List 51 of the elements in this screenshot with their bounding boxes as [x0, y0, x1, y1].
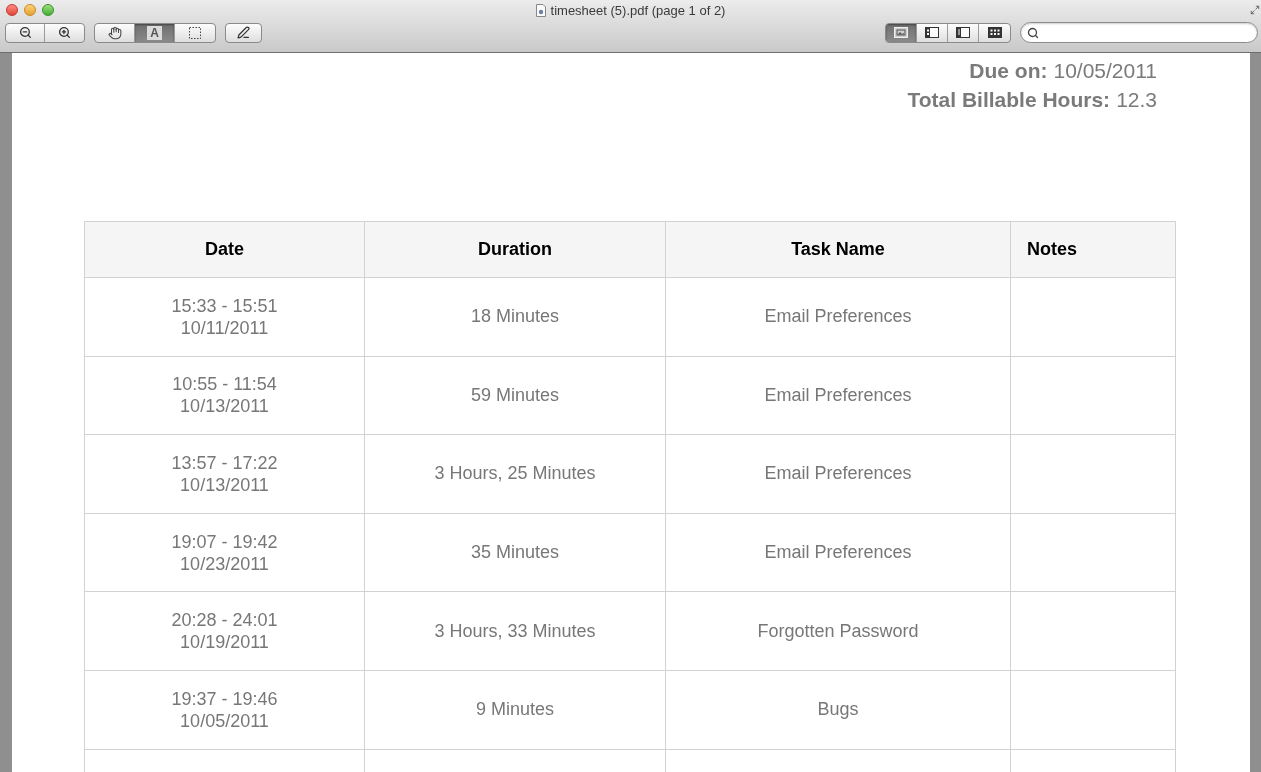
- date-text: 10/13/2011: [180, 395, 269, 418]
- time-range-text: 19:37 - 19:46: [171, 687, 278, 710]
- table-cell: 35 Minutes: [365, 513, 666, 593]
- sidebar-icon: [925, 27, 939, 38]
- hand-icon: [107, 25, 122, 40]
- summary-value: 10/05/2011: [1053, 58, 1157, 84]
- table-cell: Email Preferences: [666, 513, 1011, 593]
- expand-icon[interactable]: [1250, 5, 1260, 15]
- document-icon: [535, 3, 546, 17]
- table-cell: 3 Hours, 25 Minutes: [365, 435, 666, 514]
- time-range-text: 13:57 - 17:22: [171, 452, 278, 474]
- table-cell: Forgotten Password: [666, 592, 1011, 671]
- summary-label: Due on:: [969, 58, 1048, 84]
- marquee-icon: [189, 26, 201, 39]
- time-range-text: 10:55 - 11:54: [172, 373, 277, 396]
- table-cell: Email Preferences: [666, 278, 1011, 357]
- annotate-button[interactable]: [225, 22, 262, 43]
- summary-label: Total Billable Hours:: [907, 87, 1111, 113]
- pen-icon: [237, 26, 250, 39]
- zoom-out-icon: [18, 26, 32, 39]
- text-tool-button[interactable]: A: [135, 23, 175, 42]
- zoom-button[interactable]: [42, 4, 54, 16]
- date-text: 10/13/2011: [180, 474, 269, 496]
- table-cell: 9 Minutes: [365, 670, 666, 750]
- table-cell: Bugs: [666, 670, 1011, 750]
- table-cell: Email Preferences: [666, 356, 1011, 436]
- grid-icon: [987, 27, 1002, 38]
- time-range-text: 20:28 - 24:01: [171, 609, 278, 632]
- column-header: Date: [85, 222, 365, 278]
- date-text: 10/19/2011: [180, 631, 269, 654]
- date-text: 10/11/2011: [180, 316, 269, 339]
- window-title: timesheet (5).pdf (page 1 of 2): [550, 3, 726, 17]
- table-cell: Email Preferences: [666, 435, 1011, 514]
- date-text: 10/23/2011: [180, 552, 269, 575]
- outline-sidebar-icon: [956, 27, 970, 38]
- date-text: 10/05/2011: [180, 709, 269, 732]
- time-range-text: 15:33 - 15:51: [171, 294, 278, 317]
- table-cell: 59 Minutes: [365, 356, 666, 436]
- search-field[interactable]: [1020, 22, 1258, 43]
- zoom-in-icon: [58, 26, 71, 39]
- search-icon: [1027, 26, 1039, 39]
- image-page-icon: [894, 27, 908, 38]
- table-cell: 3 Hours, 33 Minutes: [365, 592, 666, 671]
- view-mode-button[interactable]: [886, 23, 917, 42]
- summary-value: 12.3: [1116, 87, 1157, 113]
- table-cell: 18 Minutes: [365, 278, 666, 357]
- time-range-text: 19:07 - 19:42: [171, 530, 278, 553]
- column-header: Task Name: [666, 222, 1011, 278]
- close-button[interactable]: [6, 4, 18, 16]
- column-header: Notes: [1011, 222, 1176, 278]
- column-header: Duration: [365, 222, 666, 278]
